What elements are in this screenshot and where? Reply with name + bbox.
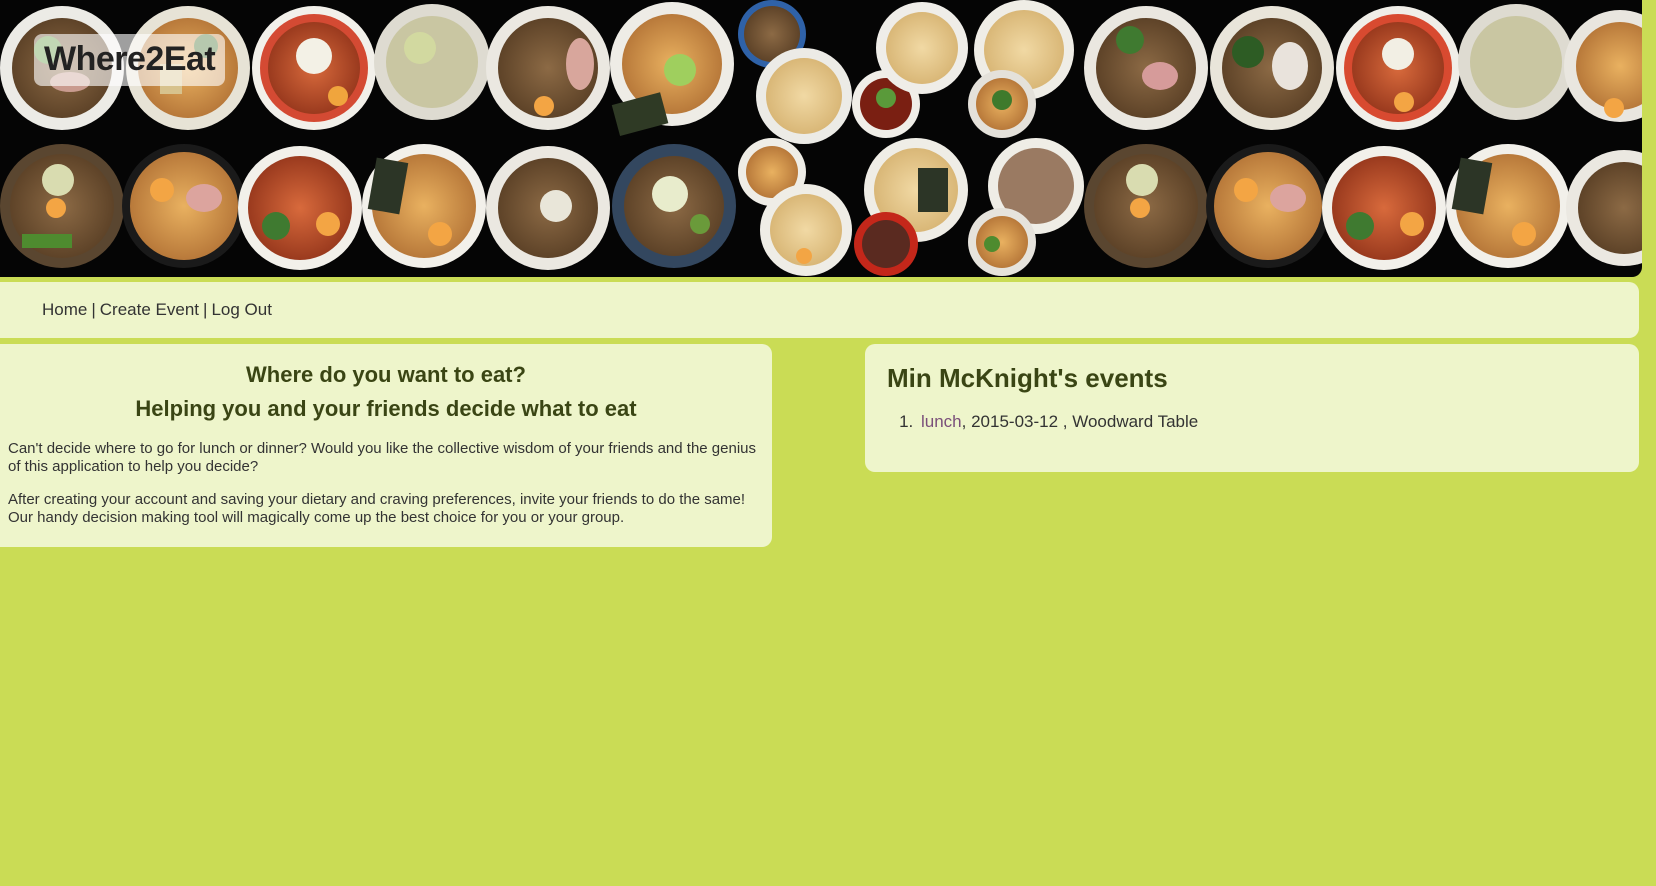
intro-subheading: Helping you and your friends decide what… <box>135 396 637 421</box>
ramen-bowls-image <box>0 0 1642 276</box>
site-logo[interactable]: Where2Eat <box>34 34 226 86</box>
header-banner: Where2Eat <box>0 0 1642 277</box>
events-panel: Min McKnight's events lunch, 2015-03-12 … <box>865 344 1639 472</box>
nav-separator: | <box>91 300 96 319</box>
event-list-item: lunch, 2015-03-12 , Woodward Table <box>918 412 1617 432</box>
bowl-row-bottom <box>0 138 1642 276</box>
intro-paragraph-2: After creating your account and saving y… <box>8 491 746 526</box>
bowl-row-top <box>0 0 1642 144</box>
events-list: lunch, 2015-03-12 , Woodward Table <box>887 412 1617 432</box>
intro-heading: Where do you want to eat? <box>246 362 526 387</box>
intro-panel: Where do you want to eat? Helping you an… <box>0 344 772 547</box>
nav-create-event-link[interactable]: Create Event <box>100 300 199 320</box>
nav-home-link[interactable]: Home <box>42 300 87 320</box>
event-link[interactable]: lunch <box>921 412 962 431</box>
event-details: , 2015-03-12 , Woodward Table <box>961 412 1199 431</box>
events-heading: Min McKnight's events <box>887 363 1168 393</box>
main-nav: Home | Create Event | Log Out <box>0 282 1639 338</box>
nav-log-out-link[interactable]: Log Out <box>211 300 272 320</box>
intro-paragraph-1: Can't decide where to go for lunch or di… <box>8 440 757 475</box>
nav-separator: | <box>203 300 208 319</box>
